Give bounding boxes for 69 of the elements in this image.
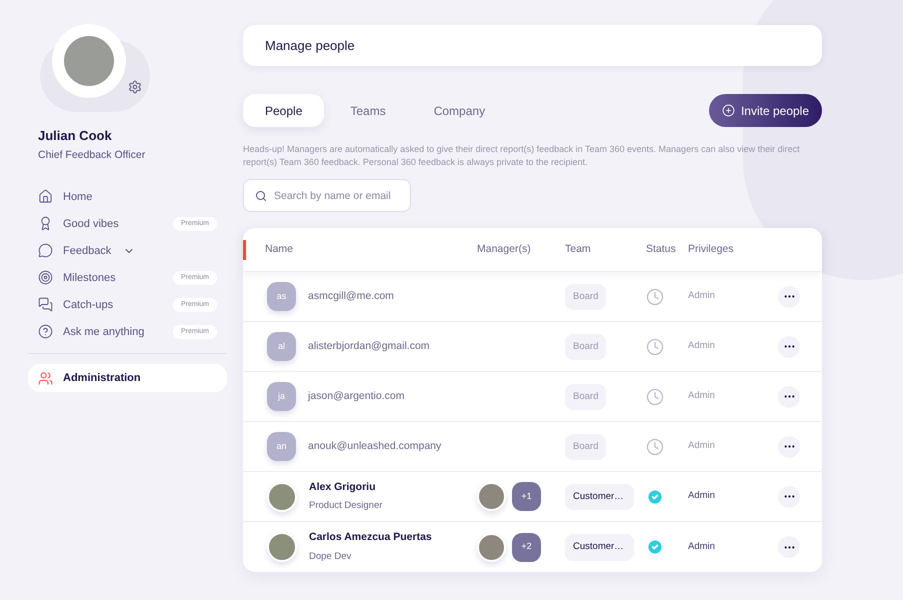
nav-label: Catch-ups [63,298,114,312]
tab[interactable]: Teams [328,94,408,127]
team-tag: Board [565,434,606,460]
search-field[interactable]: Search by name or email [243,179,411,212]
privileges-text: Admin [688,540,715,554]
nav-label: Milestones [63,270,116,286]
email-text: anouk@unleashed.company [308,438,442,454]
initials-avatar: ja [267,382,296,411]
more-options-button[interactable] [778,536,800,558]
nav-icon [38,297,53,312]
nav-label: Home [63,190,92,204]
column-header: Team [565,242,592,257]
tab[interactable]: Company [412,94,508,127]
more-managers-count: +2 [512,532,541,562]
nav-label: Administration [63,371,141,386]
tab[interactable]: People [243,94,324,127]
page-title: Manage people [265,36,355,55]
team-tag: Board [565,284,606,310]
more-options-button[interactable] [778,436,800,458]
profile-name: Julian Cook [38,127,113,145]
manager-photo-placeholder [477,482,506,511]
avatar-photo-placeholder [267,482,297,512]
sidebar-item[interactable]: Home [28,183,227,210]
job-title: Product Designer [309,499,382,514]
nav-label: Ask me anything [63,324,144,340]
more-managers-count: +1 [512,482,541,511]
column-header: Privileges [688,242,734,257]
sidebar-item[interactable]: Feedback [28,237,227,264]
manager-photo-placeholder [477,532,506,562]
nav-icon [38,189,53,204]
active-marker [243,240,246,260]
profile-role: Chief Feedback Officer [38,148,146,162]
column-header: Status [646,242,677,257]
nav-label: Good vibes [63,216,119,232]
plus-icon [722,104,735,117]
team-tag: Customer… [565,534,634,561]
privileges-text: Admin [688,339,715,354]
privileges-text: Admin [688,389,715,404]
notice-text: Heads-up! Managers are automatically asked to give their direct report(s) feedback in Team 360 events. Managers can also view their direct report(s) Team 360 feedback. Personal 360 feedback is always private to the recipient. [243,143,801,169]
nav-icon [38,370,53,386]
invite-people-button[interactable]: Invite people [709,94,822,127]
initials-avatar: as [267,282,296,311]
column-header: Name [265,242,294,257]
sidebar-item[interactable]: Administration [28,364,227,392]
team-tag: Customer… [565,484,634,510]
search-icon [255,190,267,202]
email-text: jason@argentio.com [308,388,404,404]
nav-icon [38,324,53,340]
privileges-text: Admin [688,289,715,304]
nav-icon [38,243,53,258]
privileges-text: Admin [688,439,715,454]
team-tag: Board [565,334,606,360]
column-header: Manager(s) [477,242,532,257]
person-name: Alex Grigoriu [309,480,377,494]
initials-avatar: al [267,332,296,361]
email-text: alisterbjordan@gmail.com [308,338,430,354]
more-options-button[interactable] [778,336,800,358]
more-options-button[interactable] [778,486,800,508]
initials-avatar: an [267,432,296,461]
team-tag: Board [565,384,606,410]
privileges-text: Admin [688,489,715,504]
avatar-photo-placeholder [267,532,297,562]
person-name: Carlos Amezcua Puertas [309,530,432,545]
job-title: Dope Dev [309,550,352,564]
more-options-button[interactable] [778,386,800,408]
email-text: asmcgill@me.com [308,288,394,304]
more-options-button[interactable] [778,286,800,308]
nav-label: Feedback [63,244,112,258]
nav-icon [38,270,53,286]
